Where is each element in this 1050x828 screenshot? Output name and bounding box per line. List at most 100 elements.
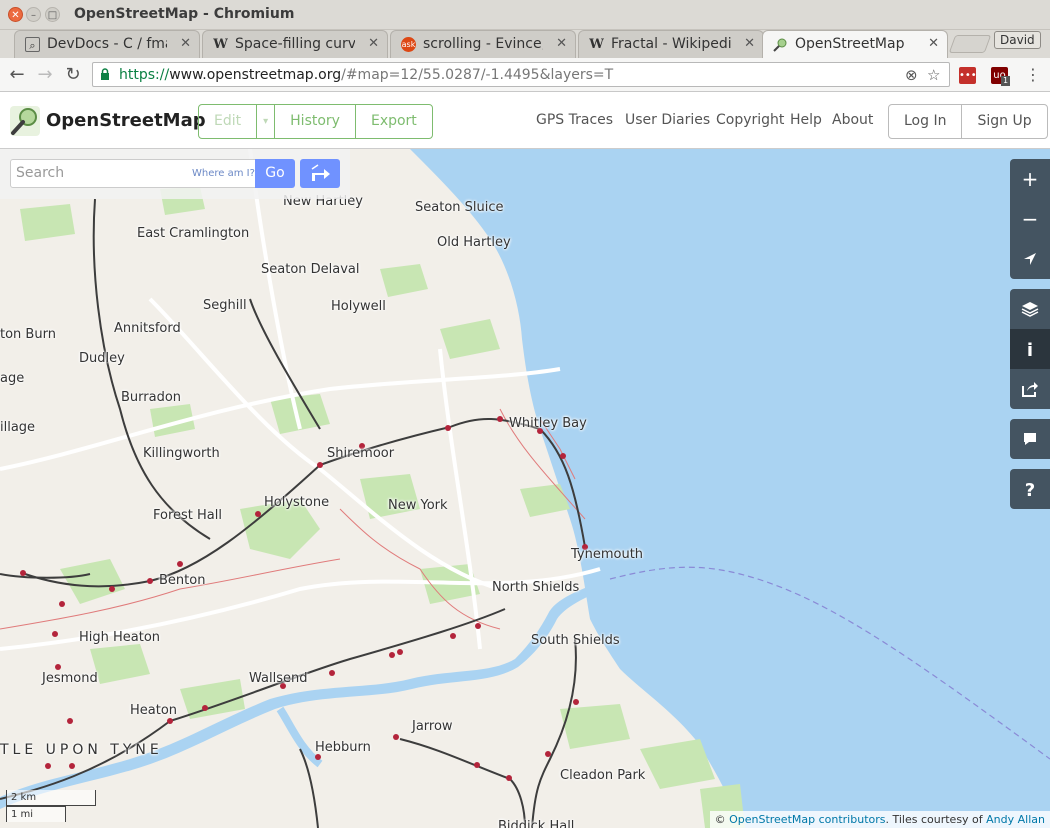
tab-close-icon[interactable]: ✕ bbox=[556, 36, 567, 51]
query-features-button[interactable]: ? bbox=[1010, 469, 1050, 509]
tab-scrolling-evince[interactable]: ask scrolling - Evince, r ✕ bbox=[390, 30, 576, 58]
tab-close-icon[interactable]: ✕ bbox=[928, 36, 939, 51]
new-tab-button[interactable] bbox=[948, 35, 992, 53]
nav-gps-traces[interactable]: GPS Traces bbox=[536, 112, 613, 128]
lastpass-icon[interactable]: ••• bbox=[959, 67, 977, 84]
edit-button-group: Edit ▾ History Export bbox=[198, 104, 433, 139]
search-input[interactable] bbox=[16, 165, 186, 181]
share-button[interactable] bbox=[1010, 369, 1050, 409]
directions-button[interactable] bbox=[300, 159, 340, 188]
lock-icon bbox=[101, 68, 109, 80]
go-button[interactable]: Go bbox=[255, 159, 295, 188]
place-label: Cleadon Park bbox=[560, 768, 646, 783]
place-label: ton Burn bbox=[0, 327, 56, 342]
osm-logo-icon[interactable] bbox=[10, 106, 40, 136]
export-button[interactable]: Export bbox=[356, 105, 432, 138]
nav-user-diaries[interactable]: User Diaries bbox=[625, 112, 710, 128]
place-label: Whitley Bay bbox=[509, 416, 587, 431]
tab-close-icon[interactable]: ✕ bbox=[744, 36, 755, 51]
station-markers bbox=[20, 416, 588, 781]
place-label: North Shields bbox=[492, 580, 580, 595]
tab-label: Fractal - Wikipedia bbox=[611, 36, 731, 52]
window-title-bar: ✕ – □ OpenStreetMap - Chromium bbox=[0, 0, 1050, 30]
tile-author-link[interactable]: Andy Allan bbox=[986, 813, 1045, 826]
place-label: Seghill bbox=[203, 298, 247, 313]
menu-icon[interactable]: ⋮ bbox=[1022, 64, 1044, 86]
locate-button[interactable] bbox=[1010, 239, 1050, 279]
back-button[interactable]: ← bbox=[6, 64, 28, 86]
map-view[interactable]: New Hartley Seaton Sluice Old Hartley Ea… bbox=[0, 149, 1050, 828]
wikipedia-icon: W bbox=[589, 37, 604, 52]
tab-label: scrolling - Evince, r bbox=[423, 36, 543, 52]
login-button[interactable]: Log In bbox=[889, 105, 963, 138]
place-label: East Cramlington bbox=[137, 226, 250, 241]
askubuntu-icon: ask bbox=[401, 37, 416, 52]
ublock-badge: 1 bbox=[1001, 76, 1011, 86]
tab-devdocs[interactable]: ⌕ DevDocs - C / fmax ✕ bbox=[14, 30, 200, 58]
ublock-icon[interactable]: uo 1 bbox=[991, 67, 1011, 86]
where-am-i-link[interactable]: Where am I? bbox=[192, 168, 255, 179]
window-close-button[interactable]: ✕ bbox=[8, 7, 23, 22]
place-label: Jesmond bbox=[42, 671, 98, 686]
reload-button[interactable]: ↻ bbox=[62, 64, 84, 86]
tab-fractal-wikipedia[interactable]: W Fractal - Wikipedia ✕ bbox=[578, 30, 764, 58]
location-arrow-icon bbox=[1024, 253, 1036, 265]
place-label: New York bbox=[388, 498, 448, 513]
share-icon bbox=[1022, 382, 1038, 397]
edit-dropdown-caret-icon[interactable]: ▾ bbox=[257, 105, 276, 138]
tab-label: OpenStreetMap bbox=[795, 36, 905, 52]
wikipedia-icon: W bbox=[213, 37, 228, 52]
address-bar[interactable]: https://www.openstreetmap.org/#map=12/55… bbox=[92, 62, 950, 87]
place-label: Burradon bbox=[121, 390, 182, 405]
place-label: Wallsend bbox=[249, 671, 308, 686]
auth-button-group: Log In Sign Up bbox=[888, 104, 1048, 139]
osm-brand[interactable]: OpenStreetMap bbox=[46, 110, 206, 131]
bookmark-star-icon[interactable]: ☆ bbox=[927, 66, 940, 84]
zoom-in-button[interactable]: + bbox=[1010, 159, 1050, 199]
attribution-prefix: © bbox=[714, 813, 730, 826]
tab-close-icon[interactable]: ✕ bbox=[368, 36, 379, 51]
history-button[interactable]: History bbox=[275, 105, 356, 138]
place-label: Biddick Hall bbox=[498, 819, 575, 828]
layers-button[interactable] bbox=[1010, 289, 1050, 329]
place-label: Hebburn bbox=[315, 740, 371, 755]
tab-space-filling-curve[interactable]: W Space-filling curve ✕ bbox=[202, 30, 388, 58]
tab-label: DevDocs - C / fmax bbox=[47, 36, 167, 52]
map-attribution: © OpenStreetMap contributors. Tiles cour… bbox=[709, 811, 1050, 828]
place-label: Dudley bbox=[79, 351, 125, 366]
minus-icon: − bbox=[1021, 207, 1039, 231]
place-label: age bbox=[0, 371, 25, 386]
place-label: South Shields bbox=[531, 633, 620, 648]
place-label: illage bbox=[0, 420, 36, 435]
place-label: TLE UPON TYNE bbox=[0, 742, 163, 758]
window-minimize-button[interactable]: – bbox=[26, 7, 41, 22]
profile-button[interactable]: David bbox=[994, 31, 1041, 49]
nav-about[interactable]: About bbox=[832, 112, 873, 128]
site-settings-icon[interactable]: ⊗ bbox=[905, 66, 918, 84]
map-canvas[interactable] bbox=[0, 149, 1050, 828]
question-icon: ? bbox=[1024, 480, 1036, 501]
tab-openstreetmap[interactable]: OpenStreetMap ✕ bbox=[762, 30, 948, 58]
plus-icon: + bbox=[1021, 167, 1039, 191]
osm-icon bbox=[773, 37, 788, 52]
edit-button[interactable]: Edit bbox=[199, 105, 258, 138]
place-label: Holystone bbox=[264, 495, 330, 510]
zoom-out-button[interactable]: − bbox=[1010, 199, 1050, 239]
signup-button[interactable]: Sign Up bbox=[962, 105, 1046, 138]
contributors-link[interactable]: OpenStreetMap contributors bbox=[729, 813, 885, 826]
forward-button[interactable]: → bbox=[34, 64, 56, 86]
window-maximize-button[interactable]: □ bbox=[45, 7, 60, 22]
info-icon: i bbox=[1026, 340, 1034, 361]
map-key-button[interactable]: i bbox=[1010, 329, 1050, 369]
river-tyne bbox=[0, 579, 610, 809]
browser-toolbar: ← → ↻ https://www.openstreetmap.org/#map… bbox=[0, 58, 1050, 92]
scale-km: 2 km bbox=[6, 790, 96, 806]
nav-copyright[interactable]: Copyright bbox=[716, 112, 784, 128]
tab-close-icon[interactable]: ✕ bbox=[180, 36, 191, 51]
search-panel: Where am I? Go bbox=[0, 149, 350, 199]
add-note-button[interactable] bbox=[1010, 419, 1050, 459]
place-label: Shiremoor bbox=[327, 446, 395, 461]
place-label: Annitsford bbox=[114, 321, 181, 336]
nav-help[interactable]: Help bbox=[790, 112, 822, 128]
place-label: Seaton Delaval bbox=[261, 262, 360, 277]
